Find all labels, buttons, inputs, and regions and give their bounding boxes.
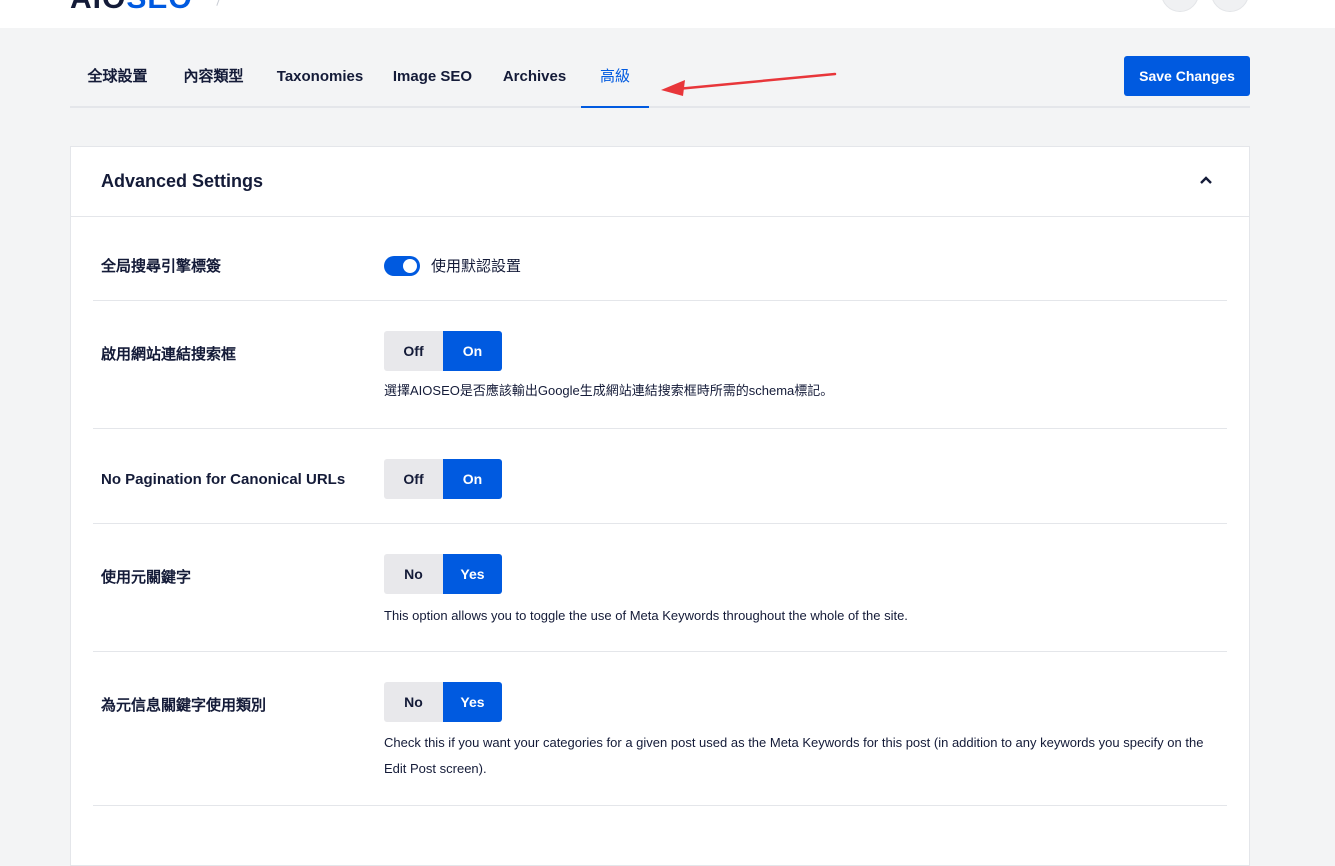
no-pagination-radio: Off On xyxy=(384,459,502,499)
sitelinks-searchbox-radio: Off On xyxy=(384,331,502,371)
setting-label: 啟用網站連結搜索框 xyxy=(101,346,237,363)
default-settings-toggle[interactable]: 使用默認設置 xyxy=(384,255,521,276)
setting-label: 為元信息關鍵字使用類別 xyxy=(101,697,267,714)
yes-option[interactable]: Yes xyxy=(443,554,502,594)
notifications-icon[interactable] xyxy=(1161,0,1199,12)
no-option[interactable]: No xyxy=(384,682,443,722)
logo-separator xyxy=(216,0,221,6)
aioseo-logo[interactable]: AIOSEO xyxy=(70,0,193,14)
setting-row-global-robots: 全局搜尋引擎標簽 使用默認設置 xyxy=(93,217,1227,301)
category-keywords-radio: No Yes xyxy=(384,682,502,722)
save-changes-button[interactable]: Save Changes xyxy=(1124,56,1250,96)
tab-advanced[interactable]: 高級 xyxy=(581,56,649,108)
toggle-switch[interactable] xyxy=(384,255,420,276)
chevron-up-icon[interactable] xyxy=(1199,175,1213,185)
tab-global-settings[interactable]: 全球設置 xyxy=(70,56,165,106)
setting-description: Check this if you want your categories f… xyxy=(384,735,1204,776)
on-option[interactable]: On xyxy=(443,459,502,499)
off-option[interactable]: Off xyxy=(384,331,443,371)
setting-row-no-pagination: No Pagination for Canonical URLs Off On xyxy=(93,429,1227,524)
tab-taxonomies[interactable]: Taxonomies xyxy=(273,56,367,106)
card-header[interactable]: Advanced Settings xyxy=(71,147,1249,217)
yes-option[interactable]: Yes xyxy=(443,682,502,722)
off-option[interactable]: Off xyxy=(384,459,443,499)
setting-row-category-keywords: 為元信息關鍵字使用類別 No Yes Check this if you wan… xyxy=(93,652,1227,806)
setting-description: This option allows you to toggle the use… xyxy=(384,608,908,623)
tab-content-types[interactable]: 內容類型 xyxy=(170,56,257,106)
annotation-arrow-icon xyxy=(661,72,837,96)
tab-image-seo[interactable]: Image SEO xyxy=(390,56,475,106)
meta-keywords-radio: No Yes xyxy=(384,554,502,594)
setting-description: 選擇AIOSEO是否應該輸出Google生成網站連結搜索框時所需的schema標… xyxy=(384,383,834,398)
setting-label: No Pagination for Canonical URLs xyxy=(101,471,346,488)
top-bar: AIOSEO xyxy=(0,0,1335,28)
card-title: Advanced Settings xyxy=(101,171,264,191)
toggle-label: 使用默認設置 xyxy=(431,258,522,275)
tab-archives[interactable]: Archives xyxy=(500,56,569,106)
setting-row-meta-keywords: 使用元關鍵字 No Yes This option allows you to … xyxy=(93,524,1227,652)
help-icon[interactable] xyxy=(1211,0,1249,12)
setting-label: 全局搜尋引擎標簽 xyxy=(101,258,222,275)
on-option[interactable]: On xyxy=(443,331,502,371)
advanced-settings-card: Advanced Settings 全局搜尋引擎標簽 使用默認設置 啟用網站連結… xyxy=(70,146,1250,866)
setting-row-sitelinks-searchbox: 啟用網站連結搜索框 Off On 選擇AIOSEO是否應該輸出Google生成網… xyxy=(93,301,1227,429)
no-option[interactable]: No xyxy=(384,554,443,594)
setting-label: 使用元關鍵字 xyxy=(101,569,192,586)
